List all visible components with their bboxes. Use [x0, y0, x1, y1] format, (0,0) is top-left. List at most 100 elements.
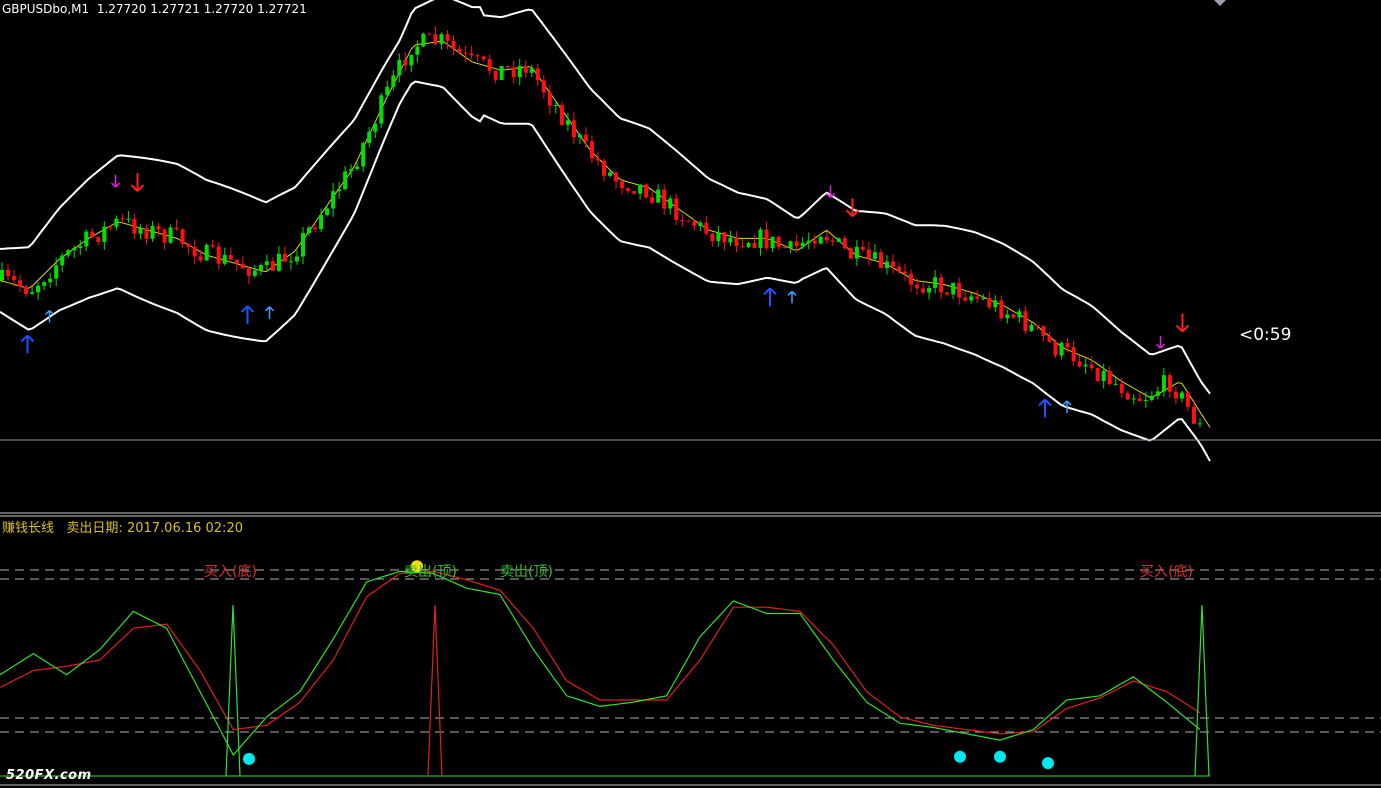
candle-body — [1023, 311, 1028, 331]
chart-canvas — [0, 0, 1381, 788]
candle-body — [698, 222, 703, 226]
candle-body — [120, 218, 125, 220]
candle-body — [481, 56, 486, 60]
candle-body — [1191, 406, 1196, 424]
candle-body — [1005, 314, 1010, 319]
candle-body — [1167, 375, 1172, 392]
candle-body — [583, 134, 588, 142]
candle-body — [421, 33, 426, 47]
candle-body — [1041, 326, 1046, 337]
candle-body — [517, 66, 522, 78]
candle-body — [1185, 392, 1190, 407]
candle-body — [499, 66, 504, 80]
signal-label-buy-right: 买入(底) — [1140, 564, 1193, 580]
candle-body — [662, 189, 667, 209]
candle-body — [577, 134, 582, 138]
candle-body — [969, 296, 974, 301]
candle-body — [1065, 342, 1070, 348]
candle-body — [511, 67, 516, 78]
candle-body — [668, 198, 673, 209]
candle-body — [258, 264, 263, 271]
candle-body — [433, 34, 438, 44]
candle-body — [90, 231, 95, 238]
candle-body — [150, 226, 155, 239]
candle-body — [102, 226, 107, 243]
candle-body — [770, 236, 775, 249]
candle-body — [144, 228, 149, 239]
candle-body — [66, 250, 71, 256]
candle-body — [794, 241, 799, 247]
watermark: 520FX.com — [6, 768, 92, 783]
candle-body — [1083, 364, 1088, 367]
candle-body — [535, 68, 540, 81]
candle-body — [848, 248, 853, 259]
candle-body — [915, 284, 920, 289]
candle-body — [162, 229, 167, 243]
candle-body — [385, 86, 390, 96]
candle-body — [872, 252, 877, 259]
candle-body — [547, 92, 552, 106]
candle-body — [722, 232, 727, 243]
candle-body — [409, 54, 414, 66]
candle-body — [397, 59, 402, 76]
candle-body — [6, 269, 11, 277]
candle-body — [355, 166, 360, 170]
candle-body — [1095, 367, 1100, 382]
candle-body — [294, 256, 299, 262]
candle-body — [48, 278, 53, 283]
candle-body — [192, 246, 197, 257]
candle-body — [1071, 347, 1076, 362]
candle-body — [427, 33, 432, 35]
candle-body — [186, 244, 191, 247]
candle-body — [866, 249, 871, 259]
candle-body — [571, 120, 576, 138]
candle-body — [234, 259, 239, 264]
candle-body — [1017, 311, 1022, 318]
candle-body — [282, 253, 287, 262]
candle-body — [951, 282, 956, 295]
candle-body — [246, 268, 251, 276]
candle-body — [276, 253, 281, 271]
candle-body — [686, 220, 691, 222]
candle-body — [457, 48, 462, 53]
candle-body — [36, 285, 41, 293]
candle-body — [264, 261, 269, 265]
candle-body — [379, 95, 384, 124]
candle-body — [788, 241, 793, 248]
candle-body — [1161, 375, 1166, 392]
candle-body — [1053, 341, 1058, 356]
candle-body — [896, 266, 901, 272]
candle-body — [72, 247, 77, 251]
candle-body — [288, 261, 293, 263]
candle-body — [704, 222, 709, 234]
indicator-name: 赚钱长线 — [2, 521, 55, 536]
candle-body — [716, 232, 721, 242]
candle-body — [451, 40, 456, 49]
candle-body — [96, 237, 101, 243]
candle-body — [806, 240, 811, 243]
candle-body — [0, 269, 4, 281]
candle-body — [812, 240, 817, 244]
candle-body — [337, 189, 342, 192]
candle-body — [1173, 391, 1178, 399]
candle-body — [614, 172, 619, 182]
candle-body — [854, 246, 859, 259]
candle-body — [710, 233, 715, 242]
candle-body — [1113, 383, 1118, 385]
candle-body — [54, 265, 59, 279]
candle-body — [595, 158, 600, 161]
candle-body — [469, 53, 474, 56]
candle-body — [367, 131, 372, 144]
candle-body — [674, 198, 679, 221]
candle-body — [270, 261, 275, 271]
candle-body — [860, 246, 865, 250]
candle-body — [644, 184, 649, 198]
candle-body — [415, 46, 420, 55]
candle-body — [999, 300, 1004, 319]
candle-body — [114, 218, 119, 227]
candle-body — [1011, 314, 1016, 318]
candle-body — [475, 55, 480, 57]
candle-body — [728, 237, 733, 243]
candle-body — [945, 292, 950, 295]
candle-body — [692, 221, 697, 226]
